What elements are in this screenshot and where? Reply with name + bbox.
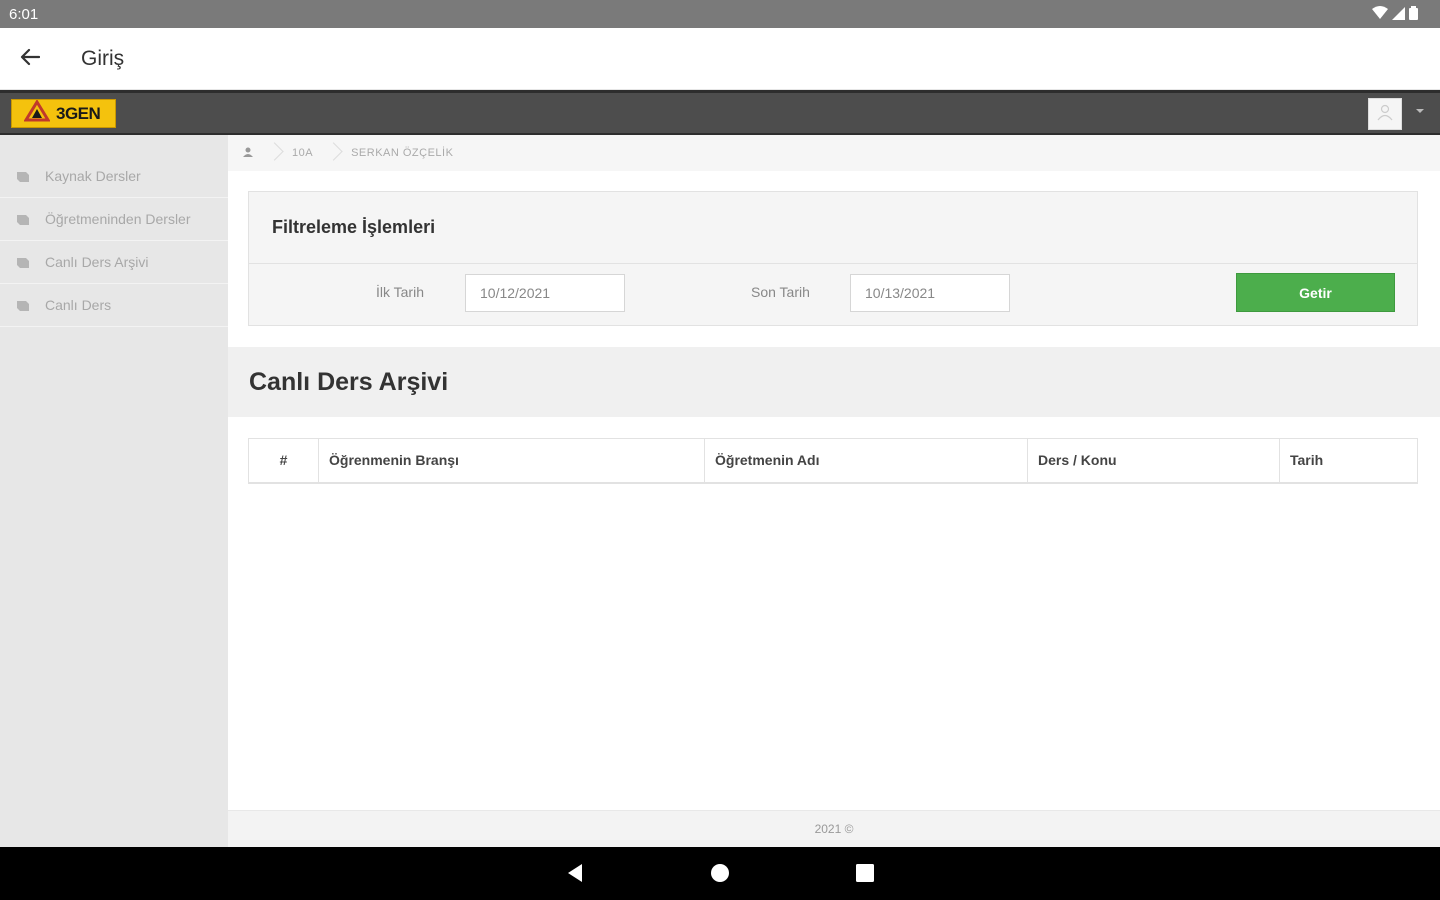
column-header-ders-konu[interactable]: Ders / Konu [1027,438,1280,484]
footer: 2021 © [228,810,1440,847]
chevron-down-icon[interactable] [1416,109,1424,113]
archive-title: Canlı Ders Arşivi [228,347,1440,417]
battery-icon [1409,6,1418,25]
breadcrumb-class[interactable]: 10A [292,147,313,159]
wifi-icon [1372,6,1388,25]
sidebar-item-label: Canlı Ders [45,297,112,313]
end-date-input[interactable] [850,274,1010,312]
getir-button[interactable]: Getir [1236,273,1395,312]
breadcrumb-separator [327,139,337,167]
archive-table: # Öğrenmenin Branşı Öğretmenin Adı Ders … [248,438,1418,484]
book-icon [16,256,30,268]
sidebar-item-ogretmeninden-dersler[interactable]: Öğretmeninden Dersler [0,198,228,241]
sidebar-item-label: Canlı Ders Arşivi [45,254,149,270]
status-bar: 6:01 [0,0,1440,28]
user-icon [1376,103,1394,126]
triangle-logo-icon [23,99,51,127]
status-time: 6:01 [9,6,39,23]
filter-body: İlk Tarih Son Tarih Getir [249,264,1417,325]
book-icon [16,213,30,225]
start-date-input[interactable] [465,274,625,312]
column-header-number[interactable]: # [248,438,319,484]
sidebar-item-canli-ders-arsivi[interactable]: Canlı Ders Arşivi [0,241,228,284]
nav-home-button[interactable] [710,863,730,888]
column-header-tarih[interactable]: Tarih [1279,438,1418,484]
back-button[interactable] [14,45,46,73]
sidebar-item-canli-ders[interactable]: Canlı Ders [0,284,228,327]
start-date-label: İlk Tarih [376,284,424,300]
breadcrumb-separator [268,139,278,167]
logo[interactable]: 3GEN [11,99,116,128]
site-header: 3GEN [0,90,1440,135]
book-icon [16,170,30,182]
signal-icon [1392,6,1405,25]
main-content: 10A SERKAN ÖZÇELİK Filtreleme İşlemleri … [228,135,1440,847]
status-icons [1372,6,1418,25]
nav-back-button[interactable] [565,863,585,888]
sidebar-item-label: Öğretmeninden Dersler [45,211,191,227]
table-header-row: # Öğrenmenin Branşı Öğretmenin Adı Ders … [248,438,1418,484]
arrow-left-icon [20,48,41,71]
app-bar: Giriş [0,28,1440,90]
breadcrumb-student: SERKAN ÖZÇELİK [351,147,454,159]
book-icon [16,299,30,311]
logo-text: 3GEN [56,103,101,123]
column-header-brans[interactable]: Öğrenmenin Branşı [318,438,705,484]
sidebar-item-label: Kaynak Dersler [45,168,141,184]
filter-panel: Filtreleme İşlemleri İlk Tarih Son Tarih… [248,191,1418,326]
column-header-ogretmen[interactable]: Öğretmenin Adı [704,438,1028,484]
filter-title: Filtreleme İşlemleri [249,192,1417,264]
user-menu-button[interactable] [1368,98,1402,130]
breadcrumb: 10A SERKAN ÖZÇELİK [228,135,1440,171]
system-nav-bar [0,847,1440,900]
nav-recents-button[interactable] [855,863,875,888]
sidebar-item-kaynak-dersler[interactable]: Kaynak Dersler [0,155,228,198]
sidebar: Kaynak Dersler Öğretmeninden Dersler Can… [0,135,228,847]
end-date-label: Son Tarih [751,284,810,300]
app-title: Giriş [81,47,125,70]
home-user-icon[interactable] [242,146,254,161]
